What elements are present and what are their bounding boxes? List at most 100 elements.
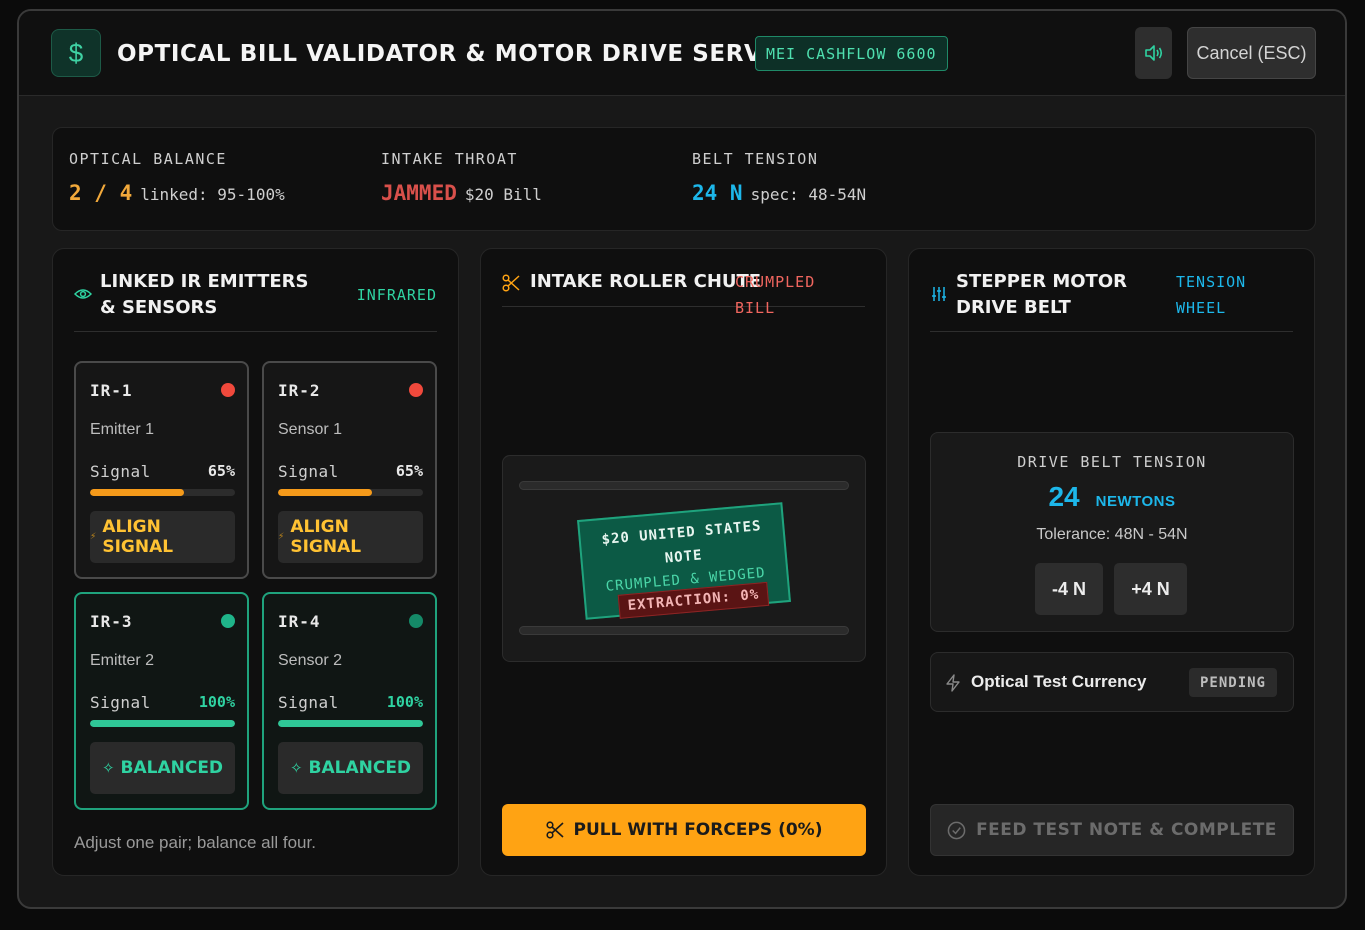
optical-balance-label: OPTICAL BALANCE <box>69 150 227 168</box>
signal-value: 65% <box>395 462 423 480</box>
motor-panel-tag: TENSION WHEEL <box>1176 273 1247 317</box>
status-dot-icon <box>221 614 235 628</box>
chute-panel-tag: CRUMPLED BILL <box>735 273 816 317</box>
ir-hint: Adjust one pair; balance all four. <box>74 833 316 852</box>
align-signal-label: ALIGN SIGNAL <box>290 517 362 557</box>
belt-tension-value: 24 N <box>692 181 743 205</box>
signal-bar <box>90 720 235 727</box>
ir-card-4: IR-4 Sensor 2 Signal 100% ✧ BALANCED <box>262 592 437 810</box>
balanced-button[interactable]: ✧ BALANCED <box>278 742 423 794</box>
decrease-tension-button[interactable]: -4 N <box>1035 563 1103 615</box>
sliders-icon <box>932 287 946 301</box>
ir-card-1: IR-1 Emitter 1 Signal 65% ⚡ ALIGN SIGNAL <box>74 361 249 579</box>
sparkle-icon: ✧ <box>101 759 115 777</box>
sparkle-icon: ✧ <box>289 759 303 777</box>
signal-bar-fill <box>278 720 423 727</box>
intake-throat-value: JAMMED <box>381 181 457 205</box>
ir-panel-header: LINKED IR EMITTERS & SENSORS INFRARED <box>74 269 437 332</box>
pull-with-forceps-label: PULL WITH FORCEPS (0%) <box>573 820 823 840</box>
jammed-bill[interactable]: $20 UNITED STATES NOTE CRUMPLED & WEDGED… <box>577 502 791 620</box>
chute-panel-header: INTAKE ROLLER CHUTE CRUMPLED BILL <box>502 269 865 317</box>
bolt-icon: ⚡ <box>90 532 97 542</box>
model-badge: MEI CASHFLOW 6600 <box>755 36 948 71</box>
intake-throat-stat: INTAKE THROAT JAMMED $20 Bill <box>381 150 542 205</box>
motor-panel-header: STEPPER MOTOR DRIVE BELT TENSION WHEEL <box>930 269 1293 332</box>
scissors-icon <box>502 274 520 292</box>
service-window: $ OPTICAL BILL VALIDATOR & MOTOR DRIVE S… <box>17 9 1347 909</box>
tension-value: 24 <box>1048 481 1080 512</box>
ir-card-3: IR-3 Emitter 2 Signal 100% ✧ BALANCED <box>74 592 249 810</box>
belt-tension-label: BELT TENSION <box>692 150 819 168</box>
intake-throat-sub: $20 Bill <box>464 185 542 204</box>
signal-bar-fill <box>90 489 185 496</box>
signal-label: Signal <box>278 462 339 481</box>
tension-readout: DRIVE BELT TENSION 24 NEWTONS Tolerance:… <box>930 432 1294 632</box>
optical-balance-stat: OPTICAL BALANCE 2 / 4 linked: 95-100% <box>69 150 285 205</box>
balanced-button[interactable]: ✧ BALANCED <box>90 742 235 794</box>
optical-balance-value: 2 / 4 <box>69 181 133 205</box>
check-circle-icon <box>947 821 966 839</box>
ir-panel-title: LINKED IR EMITTERS & SENSORS <box>100 271 309 318</box>
cancel-button[interactable]: Cancel (ESC) <box>1187 27 1316 79</box>
signal-value: 100% <box>386 693 423 711</box>
align-signal-button[interactable]: ⚡ ALIGN SIGNAL <box>278 511 423 563</box>
motor-panel: STEPPER MOTOR DRIVE BELT TENSION WHEEL D… <box>908 248 1315 876</box>
tension-unit: NEWTONS <box>1095 493 1176 510</box>
signal-value: 100% <box>198 693 235 711</box>
status-dot-icon <box>221 383 235 397</box>
signal-bar <box>90 489 235 496</box>
align-signal-button[interactable]: ⚡ ALIGN SIGNAL <box>90 511 235 563</box>
test-currency-row: Optical Test Currency PENDING <box>930 652 1294 712</box>
signal-bar <box>278 720 423 727</box>
status-badge: PENDING <box>1188 668 1277 697</box>
eye-icon <box>74 289 92 299</box>
ir-card-id: IR-3 <box>90 612 133 631</box>
increase-tension-button[interactable]: +4 N <box>1114 563 1187 615</box>
intake-throat-label: INTAKE THROAT <box>381 150 518 168</box>
ir-card-name: Emitter 2 <box>90 652 155 669</box>
tension-label: DRIVE BELT TENSION <box>1017 453 1207 471</box>
test-currency-label: Optical Test Currency <box>971 672 1147 691</box>
lower-roller <box>519 626 849 635</box>
belt-tension-stat: BELT TENSION 24 N spec: 48-54N <box>692 150 866 205</box>
status-dot-icon <box>409 614 423 628</box>
chute-panel: INTAKE ROLLER CHUTE CRUMPLED BILL $20 UN… <box>480 248 887 876</box>
align-signal-label: ALIGN SIGNAL <box>102 517 174 557</box>
balanced-label: BALANCED <box>120 758 224 778</box>
status-summary: OPTICAL BALANCE 2 / 4 linked: 95-100% IN… <box>52 127 1316 231</box>
ir-card-name: Sensor 2 <box>278 652 343 669</box>
chute-panel-title: INTAKE ROLLER CHUTE <box>530 271 762 292</box>
ir-card-name: Sensor 1 <box>278 421 343 438</box>
header-bar: $ OPTICAL BILL VALIDATOR & MOTOR DRIVE S… <box>19 11 1345 96</box>
belt-tension-sub: spec: 48-54N <box>750 185 867 204</box>
sound-button[interactable] <box>1135 27 1172 79</box>
bolt-icon <box>946 674 960 692</box>
feed-test-note-label: FEED TEST NOTE & COMPLETE <box>976 820 1277 840</box>
roller-chute: $20 UNITED STATES NOTE CRUMPLED & WEDGED… <box>502 455 866 662</box>
optical-balance-sub: linked: 95-100% <box>140 185 285 204</box>
ir-card-2: IR-2 Sensor 1 Signal 65% ⚡ ALIGN SIGNAL <box>262 361 437 579</box>
motor-panel-title: STEPPER MOTOR DRIVE BELT <box>956 271 1127 318</box>
pull-with-forceps-button[interactable]: PULL WITH FORCEPS (0%) <box>502 804 866 856</box>
signal-bar <box>278 489 423 496</box>
ir-panel: LINKED IR EMITTERS & SENSORS INFRARED IR… <box>52 248 459 876</box>
bill-line-2: NOTE <box>664 547 704 567</box>
signal-bar-fill <box>278 489 373 496</box>
page-title: OPTICAL BILL VALIDATOR & MOTOR DRIVE SER… <box>117 41 806 67</box>
ir-card-id: IR-4 <box>278 612 321 631</box>
bolt-icon: ⚡ <box>278 532 285 542</box>
signal-label: Signal <box>90 462 151 481</box>
speaker-icon <box>1144 45 1162 61</box>
signal-label: Signal <box>90 693 151 712</box>
balanced-label: BALANCED <box>308 758 412 778</box>
dollar-logo-icon: $ <box>51 29 101 77</box>
feed-test-note-button[interactable]: FEED TEST NOTE & COMPLETE <box>930 804 1294 856</box>
scissors-icon <box>545 821 564 839</box>
tension-tolerance: Tolerance: 48N - 54N <box>1036 526 1188 543</box>
signal-label: Signal <box>278 693 339 712</box>
ir-card-name: Emitter 1 <box>90 421 155 438</box>
signal-value: 65% <box>207 462 235 480</box>
ir-card-id: IR-1 <box>90 381 133 400</box>
ir-card-id: IR-2 <box>278 381 321 400</box>
signal-bar-fill <box>90 720 235 727</box>
